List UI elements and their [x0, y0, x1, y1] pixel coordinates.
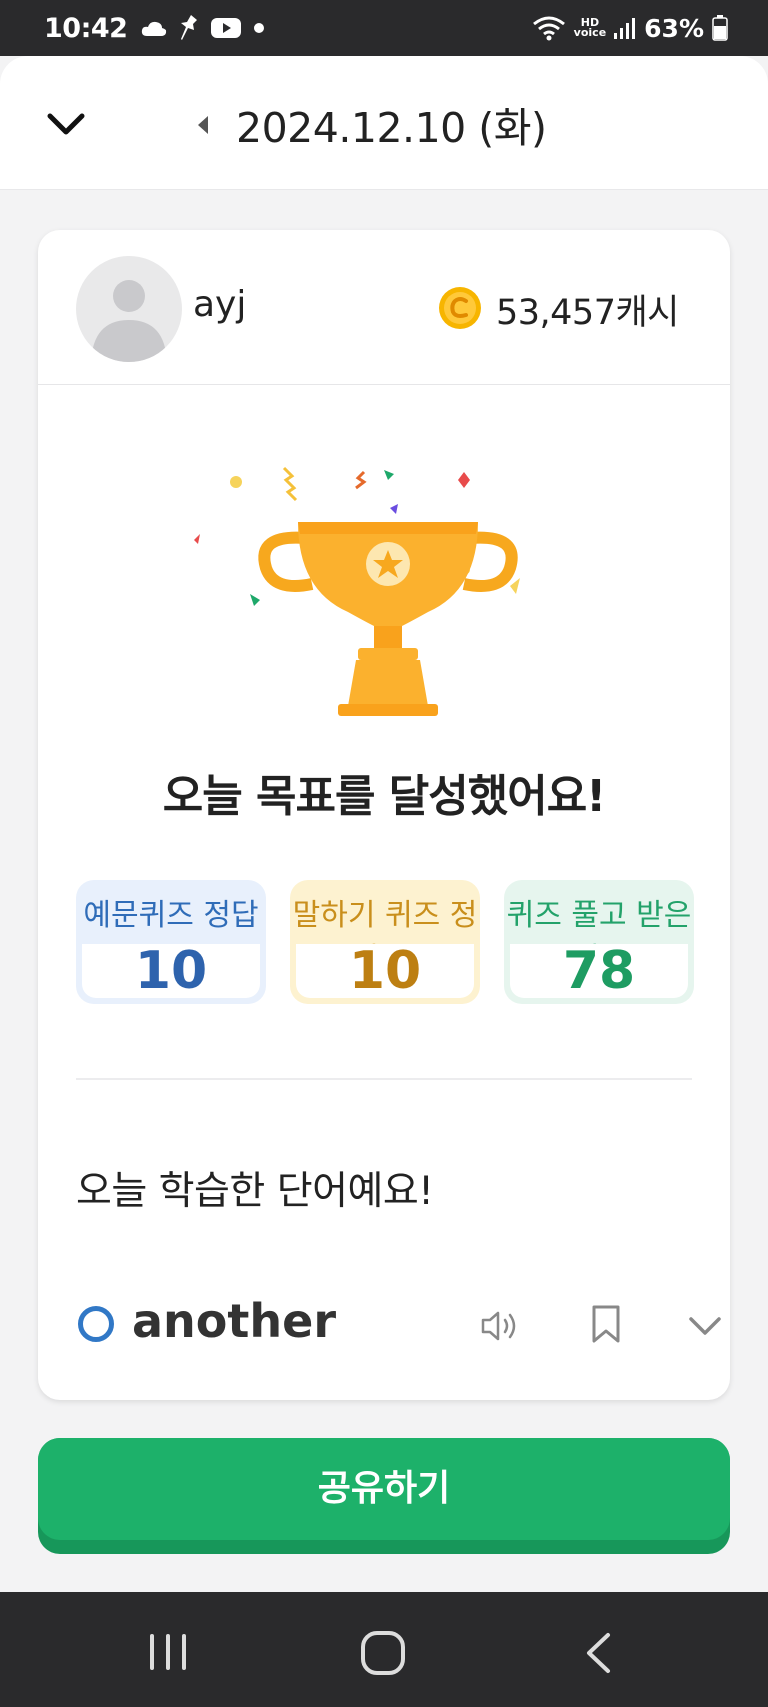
status-left-icons: [141, 14, 265, 42]
back-icon[interactable]: [584, 1632, 612, 1674]
cloud-icon: [142, 21, 167, 36]
trophy-icon: [194, 466, 520, 716]
stat-card-quiz-cash: 퀴즈 풀고 받은 캐시 78: [504, 880, 694, 1004]
bookmark-icon[interactable]: [590, 1304, 622, 1344]
summary-card: ayj 53,457캐시 오늘 목표를 달성했어요! 예문퀴즈 정답 10 말하…: [38, 230, 730, 1400]
user-row: ayj 53,457캐시: [38, 230, 730, 385]
hd-label-bottom: voice: [573, 26, 607, 39]
stat-label: 말하기 퀴즈 정답 수: [292, 898, 478, 944]
speaker-icon[interactable]: [480, 1306, 522, 1346]
divider: [76, 1078, 692, 1080]
stat-card-speaking-quiz: 말하기 퀴즈 정답 수 10: [290, 880, 480, 1004]
date-header: 2024.12.10 (화): [0, 56, 768, 190]
hd-voice-label: HD voice: [573, 17, 607, 39]
status-time: 10:42: [44, 12, 128, 44]
stat-card-example-quiz: 예문퀴즈 정답 수 10: [76, 880, 266, 1004]
cash-balance: 53,457캐시: [496, 293, 679, 333]
stat-label: 예문퀴즈 정답 수: [83, 898, 259, 944]
battery-percent: 63%: [644, 13, 704, 43]
status-right: HD voice 63%: [532, 14, 728, 43]
recents-icon[interactable]: [146, 1632, 190, 1672]
stat-label: 퀴즈 풀고 받은 캐시: [506, 898, 692, 944]
prev-date-icon[interactable]: [196, 114, 210, 136]
avatar: [76, 256, 182, 362]
word-status-circle-icon: [78, 1306, 114, 1342]
chevron-down-icon[interactable]: [44, 106, 88, 142]
stat-value: 10: [82, 944, 260, 998]
system-nav-bar: [0, 1592, 768, 1707]
user-silhouette-icon: [91, 280, 167, 362]
stat-value: 78: [510, 944, 688, 998]
achievement-title: 오늘 목표를 달성했어요!: [162, 771, 607, 822]
share-button[interactable]: 공유하기: [38, 1438, 730, 1554]
username: ayj: [193, 284, 247, 325]
status-bar: 10:42 HD voice 63%: [0, 0, 768, 56]
signal-icon: [614, 18, 636, 39]
stat-value: 10: [296, 944, 474, 998]
word-list-item[interactable]: another: [76, 1290, 721, 1360]
home-icon[interactable]: [360, 1630, 406, 1676]
pin-icon: [181, 15, 198, 40]
word-text: another: [132, 1294, 337, 1348]
youtube-icon: [211, 18, 242, 38]
share-button-label: 공유하기: [38, 1438, 730, 1540]
date-title: 2024.12.10 (화): [236, 104, 547, 152]
words-section-title: 오늘 학습한 단어예요!: [76, 1169, 434, 1214]
chevron-down-icon[interactable]: [688, 1314, 722, 1338]
dot-icon: [254, 23, 265, 33]
wifi-icon: [532, 16, 565, 41]
coin-icon: [439, 287, 481, 329]
battery-icon: [712, 15, 728, 41]
